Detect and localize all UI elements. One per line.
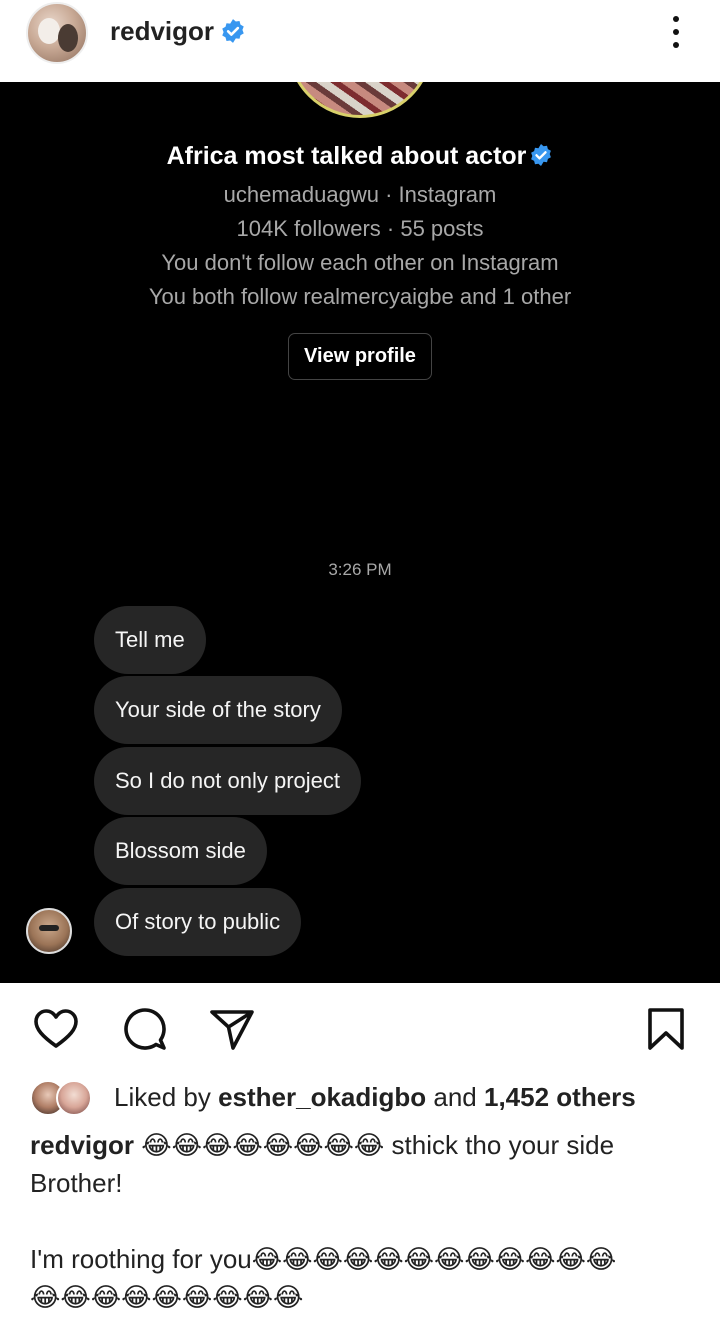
verified-badge-icon [222, 19, 244, 44]
dm-stats-line: 104K followers · 55 posts [236, 216, 484, 241]
message-bubble[interactable]: Your side of the story [94, 676, 342, 744]
likes-prefix: Liked by [114, 1082, 211, 1112]
post-action-bar [0, 983, 720, 1067]
dm-mutuals: You both follow realmercyaigbe and 1 oth… [148, 284, 572, 309]
dm-display-name-row: Africa most talked about actor [0, 142, 720, 171]
caption-line: redvigor 😂😂😂😂😂😂😂😂 sthick tho your side [30, 1126, 700, 1164]
view-profile-button[interactable]: View profile [288, 333, 432, 380]
post-username-row[interactable]: redvigor [110, 16, 246, 47]
post-header: redvigor [0, 0, 720, 82]
send-icon[interactable] [208, 1005, 256, 1053]
likes-count[interactable]: 1,452 others [484, 1082, 636, 1112]
caption-username[interactable]: redvigor [30, 1130, 134, 1160]
caption-text: 😂😂😂😂😂😂😂😂 sthick tho your side [141, 1130, 615, 1160]
likes-user[interactable]: esther_okadigbo [218, 1082, 426, 1112]
dm-screenshot: Africa most talked about actor uchemadua… [0, 82, 720, 983]
likes-and: and [433, 1082, 477, 1112]
post-author-avatar[interactable] [26, 2, 88, 64]
liker-avatar [56, 1080, 92, 1116]
message-bubble[interactable]: Blossom side [94, 817, 267, 885]
caption-line: Brother! [30, 1168, 123, 1198]
more-vertical-icon[interactable] [664, 14, 688, 50]
sender-avatar[interactable] [26, 908, 72, 954]
bookmark-icon[interactable] [642, 1005, 690, 1053]
post-caption: redvigor 😂😂😂😂😂😂😂😂 sthick tho your side B… [30, 1126, 700, 1316]
dm-profile-avatar [287, 82, 433, 118]
dm-timestamp: 3:26 PM [328, 560, 392, 579]
comment-icon[interactable] [120, 1005, 168, 1053]
dm-handle-line: uchemaduagwu · Instagram [223, 182, 497, 207]
caption-line: I'm roothing for you😂😂😂😂😂😂😂😂😂😂😂😂 [30, 1244, 617, 1274]
dm-display-name: Africa most talked about actor [166, 142, 527, 170]
heart-icon[interactable] [32, 1005, 80, 1053]
dm-follow-status: You don't follow each other on Instagram [161, 250, 559, 275]
message-bubble[interactable]: Of story to public [94, 888, 302, 956]
post-username[interactable]: redvigor [110, 16, 214, 46]
likes-row[interactable]: Liked by esther_okadigbo and 1,452 other… [30, 1080, 710, 1116]
caption-line: 😂😂😂😂😂😂😂😂😂 [30, 1282, 304, 1312]
verified-badge-icon [531, 144, 552, 167]
likes-text: Liked by esther_okadigbo and 1,452 other… [114, 1082, 636, 1113]
message-bubble[interactable]: So I do not only project [94, 747, 362, 815]
message-bubble[interactable]: Tell me [94, 606, 206, 674]
